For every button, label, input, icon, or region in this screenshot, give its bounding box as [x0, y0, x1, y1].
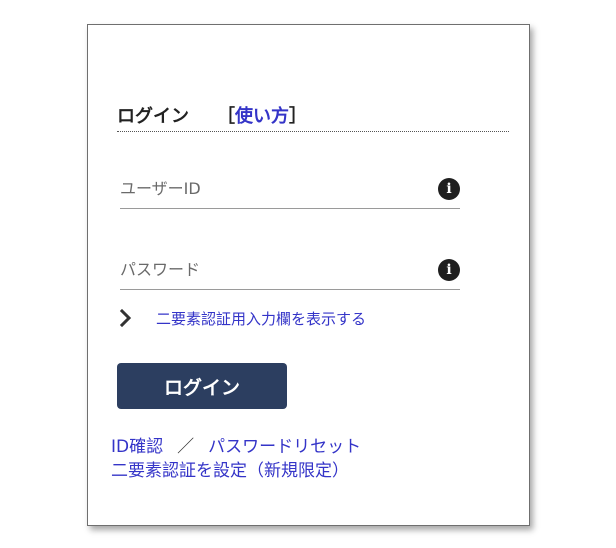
login-button[interactable]: ログイン	[117, 363, 287, 409]
user-id-field: i	[120, 168, 460, 209]
twofa-toggle[interactable]: 二要素認証用入力欄を表示する	[118, 307, 366, 329]
password-info-icon[interactable]: i	[438, 259, 460, 281]
howto-group: ［使い方］	[217, 102, 307, 128]
login-card: ログイン ［使い方］ i i 二要素認証用入力欄を表示する ログイン ID確認 ／…	[87, 24, 530, 526]
user-id-info-icon[interactable]: i	[438, 178, 460, 200]
page-title: ログイン	[117, 106, 189, 127]
howto-link[interactable]: 使い方	[235, 106, 289, 127]
twofa-setup-link[interactable]: 二要素認証を設定（新規限定）	[111, 461, 349, 481]
password-field: i	[120, 249, 460, 290]
id-confirm-link[interactable]: ID確認	[111, 437, 163, 457]
login-heading: ログイン ［使い方］	[117, 99, 509, 132]
howto-open-bracket: ［	[217, 106, 235, 127]
password-reset-link[interactable]: パスワードリセット	[208, 437, 361, 457]
password-input[interactable]	[120, 257, 420, 281]
twofa-toggle-label: 二要素認証用入力欄を表示する	[156, 309, 367, 328]
chevron-right-icon	[118, 308, 134, 328]
user-id-input[interactable]	[120, 176, 420, 200]
howto-close-bracket: ］	[289, 106, 307, 127]
footer-links: ID確認 ／ パスワードリセット 二要素認証を設定（新規限定）	[111, 435, 361, 483]
link-separator: ／	[177, 437, 195, 457]
